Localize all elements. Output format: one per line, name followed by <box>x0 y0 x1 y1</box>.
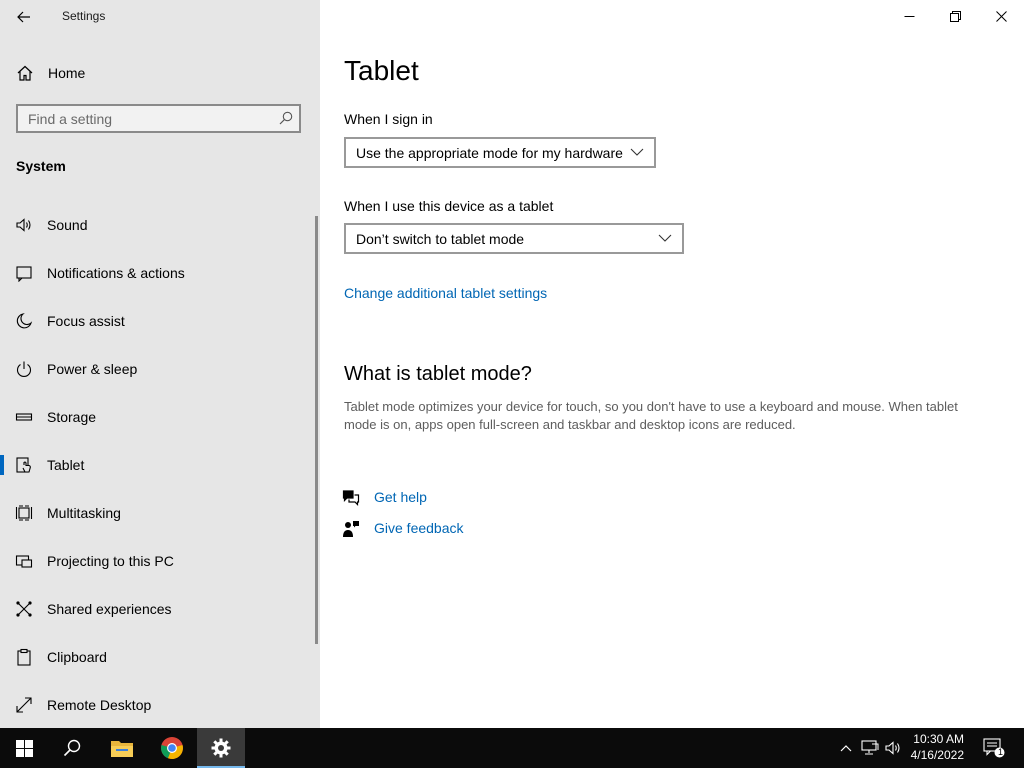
power-icon <box>16 361 32 378</box>
speaker-icon <box>16 218 31 232</box>
search-input[interactable] <box>18 106 268 131</box>
clock-date: 4/16/2022 <box>910 748 964 762</box>
page-title: Tablet <box>344 55 419 86</box>
taskbar: 10:30 AM 4/16/2022 1 <box>0 728 1024 768</box>
minimize-icon <box>904 15 914 17</box>
section-label: System <box>16 158 66 174</box>
close-icon <box>995 10 1007 22</box>
signin-mode-value: Use the appropriate mode for my hardware <box>356 145 623 161</box>
tablet-mode-value: Don’t switch to tablet mode <box>356 231 525 247</box>
back-button[interactable] <box>8 2 40 32</box>
search-icon <box>63 739 81 757</box>
chrome-icon <box>161 737 183 760</box>
main-content: Tablet When I sign in Use the appropriat… <box>320 0 1024 728</box>
tablet-device-label: When I use this device as a tablet <box>344 198 554 214</box>
sidebar-item-label: Shared experiences <box>47 601 172 617</box>
sidebar-item-label: Projecting to this PC <box>47 553 174 569</box>
taskbar-search-button[interactable] <box>48 728 96 768</box>
multitasking-icon <box>15 505 33 521</box>
back-arrow-icon <box>17 11 30 23</box>
sidebar-item-label: Sound <box>47 217 88 233</box>
settings-taskbar-button[interactable] <box>197 728 245 768</box>
sidebar: Settings Home System Sound Notificatio <box>0 0 320 728</box>
sidebar-item-label: Remote Desktop <box>47 697 152 713</box>
action-center-button[interactable]: 1 <box>982 738 1006 758</box>
restore-icon <box>949 10 961 22</box>
tablet-mode-description: Tablet mode optimizes your device for to… <box>344 399 958 432</box>
sidebar-item-tablet[interactable]: Tablet <box>0 441 316 489</box>
search-box[interactable] <box>16 104 301 133</box>
folder-icon <box>111 741 133 757</box>
notification-icon <box>16 266 32 282</box>
projecting-icon <box>15 555 33 568</box>
sidebar-item-storage[interactable]: Storage <box>0 393 316 441</box>
nav-list: Sound Notifications & actions Focus assi… <box>0 201 316 729</box>
sidebar-item-clipboard[interactable]: Clipboard <box>0 633 316 681</box>
sidebar-item-label: Storage <box>47 409 97 425</box>
clock-time: 10:30 AM <box>913 732 964 746</box>
home-label: Home <box>48 65 86 81</box>
gear-icon <box>211 738 231 758</box>
restore-button[interactable] <box>932 0 978 32</box>
show-hidden-icons-button[interactable] <box>836 738 856 758</box>
search-icon <box>279 111 293 125</box>
sidebar-item-home[interactable]: Home <box>0 57 320 89</box>
sidebar-item-label: Focus assist <box>47 313 125 329</box>
start-button[interactable] <box>0 728 48 768</box>
speaker-icon <box>885 741 900 755</box>
signin-label: When I sign in <box>344 111 433 127</box>
sidebar-item-label: Multitasking <box>47 505 121 521</box>
sidebar-scrollbar[interactable] <box>315 216 318 644</box>
sidebar-item-label: Tablet <box>47 457 85 473</box>
sidebar-item-label: Clipboard <box>47 649 107 665</box>
chevron-down-icon <box>658 234 672 242</box>
remote-desktop-icon <box>16 697 32 713</box>
chrome-button[interactable] <box>148 728 196 768</box>
windows-logo-icon <box>15 739 33 757</box>
storage-icon <box>15 413 33 421</box>
chevron-up-icon <box>840 745 852 752</box>
shared-experiences-icon <box>16 601 32 617</box>
minimize-button[interactable] <box>886 0 932 32</box>
moon-icon <box>16 313 33 329</box>
volume-tray-button[interactable] <box>884 738 904 758</box>
notification-count-badge: 1 <box>998 747 1004 757</box>
additional-tablet-settings-link[interactable]: Change additional tablet settings <box>344 285 547 301</box>
signin-mode-dropdown[interactable]: Use the appropriate mode for my hardware <box>344 137 656 168</box>
clipboard-icon <box>17 648 31 666</box>
get-help-link[interactable]: Get help <box>374 489 427 505</box>
sidebar-item-remote-desktop[interactable]: Remote Desktop <box>0 681 316 729</box>
network-icon <box>861 740 879 755</box>
file-explorer-button[interactable] <box>98 728 146 768</box>
sidebar-item-focus-assist[interactable]: Focus assist <box>0 297 316 345</box>
get-help-icon <box>342 490 360 506</box>
give-feedback-link[interactable]: Give feedback <box>374 520 464 536</box>
sidebar-item-label: Notifications & actions <box>47 265 185 281</box>
network-tray-button[interactable] <box>860 738 880 758</box>
sidebar-item-power-sleep[interactable]: Power & sleep <box>0 345 316 393</box>
sidebar-item-notifications[interactable]: Notifications & actions <box>0 249 316 297</box>
close-button[interactable] <box>978 0 1024 32</box>
sidebar-item-multitasking[interactable]: Multitasking <box>0 489 316 537</box>
sidebar-item-shared-experiences[interactable]: Shared experiences <box>0 585 316 633</box>
sidebar-item-projecting[interactable]: Projecting to this PC <box>0 537 316 585</box>
taskbar-clock[interactable]: 10:30 AM 4/16/2022 <box>911 731 964 763</box>
tablet-mode-dropdown[interactable]: Don’t switch to tablet mode <box>344 223 684 254</box>
chevron-down-icon <box>630 148 644 156</box>
tablet-icon <box>16 457 31 473</box>
what-is-tablet-mode-heading: What is tablet mode? <box>344 363 532 385</box>
sidebar-item-label: Power & sleep <box>47 361 138 377</box>
sidebar-item-sound[interactable]: Sound <box>0 201 316 249</box>
give-feedback-icon <box>343 521 359 537</box>
home-icon <box>17 65 33 81</box>
app-title: Settings <box>62 9 106 23</box>
